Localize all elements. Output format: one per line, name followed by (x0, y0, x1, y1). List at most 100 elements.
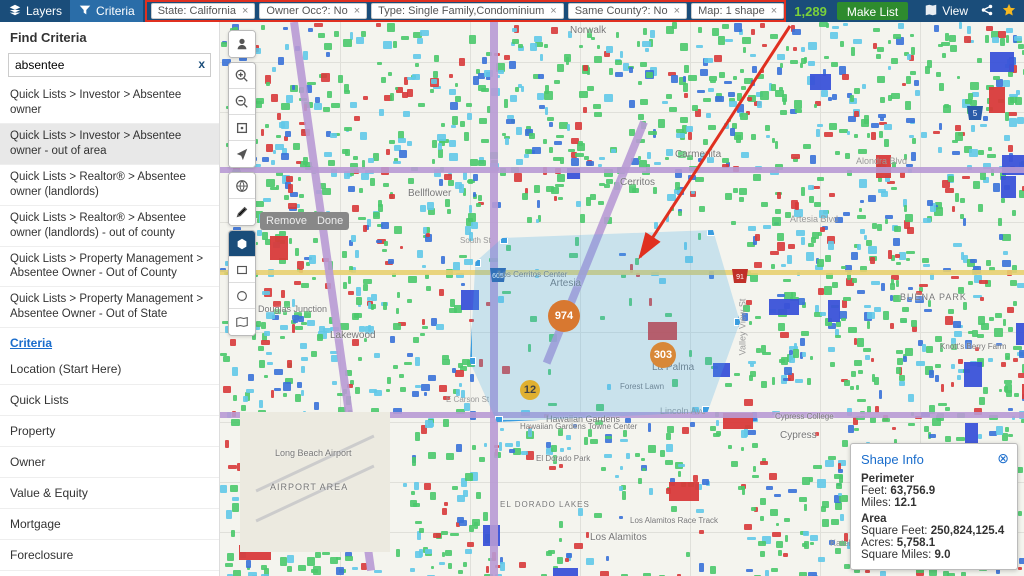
filter-icon (78, 3, 92, 20)
make-list-button[interactable]: Make List (837, 2, 908, 20)
pencil-icon[interactable] (229, 199, 255, 225)
layers-icon (8, 3, 22, 20)
search-result[interactable]: Quick Lists > Investor > Absentee owner … (0, 124, 219, 165)
criteria-section[interactable]: Foreclosure (0, 540, 219, 571)
street-label: Artesia Blvd (790, 214, 838, 224)
map-label: Long Beach Airport (275, 448, 352, 458)
polygon-tool-icon[interactable] (229, 231, 255, 257)
layers-button[interactable]: Layers (0, 0, 70, 22)
search-result[interactable]: Quick Lists > Realtor® > Absentee owner … (0, 206, 219, 247)
share-icon[interactable] (980, 3, 994, 20)
area-label: Area (861, 513, 1007, 525)
chip-map-shape[interactable]: Map: 1 shape× (691, 3, 784, 19)
close-panel-icon[interactable]: ⊗ (997, 450, 1009, 467)
map-label: Los Alamitos (590, 532, 647, 543)
close-icon[interactable]: × (242, 5, 248, 17)
close-icon[interactable]: × (354, 5, 360, 17)
circle-tool-icon[interactable] (229, 283, 255, 309)
area-acres: 5,758.1 (897, 537, 935, 549)
cluster-marker[interactable]: 12 (520, 380, 540, 400)
refresh-icon[interactable] (229, 115, 255, 141)
street-label: E Carson St (446, 395, 489, 404)
map-icon (924, 3, 938, 20)
freeway-shield-icon: 91 (730, 267, 750, 285)
map-label: BUENA PARK (900, 292, 967, 302)
map-label: Bellflower (408, 188, 451, 199)
street-label: South St (460, 236, 491, 245)
map-canvas[interactable]: 605 91 5 19 Norwalk Bellflower Lakewood … (220, 22, 1024, 576)
cluster-marker[interactable]: 303 (650, 342, 676, 368)
map-fold-icon[interactable] (229, 309, 255, 335)
rectangle-tool-icon[interactable] (229, 257, 255, 283)
criteria-section[interactable]: Transfer (0, 571, 219, 576)
criteria-section[interactable]: Mortgage (0, 509, 219, 540)
close-icon[interactable]: × (550, 5, 556, 17)
panel-title: Shape Info (861, 452, 1007, 467)
chip-type[interactable]: Type: Single Family,Condominium× (371, 3, 564, 19)
street-label: Valley View St (737, 299, 747, 356)
search-result[interactable]: Quick Lists > Investor > Absentee owner (0, 83, 219, 124)
search-result[interactable]: Quick Lists > Realtor® > Absentee owner … (0, 165, 219, 206)
search-input[interactable] (8, 53, 211, 77)
map-label: Carmenita (675, 149, 721, 160)
result-count: 1,289 (788, 4, 833, 19)
freeway-shield-icon: 5 (965, 104, 985, 122)
done-drawing-button[interactable]: Done (317, 215, 343, 227)
map-label: Cerritos (620, 177, 655, 188)
close-icon[interactable]: × (674, 5, 680, 17)
map-label: Knott's Berry Farm (940, 342, 1006, 351)
user-location-icon[interactable] (229, 31, 255, 57)
top-toolbar: Layers Criteria State: California× Owner… (0, 0, 1024, 22)
map-label: Cypress College (775, 412, 834, 421)
perimeter-miles: 12.1 (894, 497, 916, 509)
area-sqft: 250,824,125.4 (931, 525, 1005, 537)
map-label: Cypress (780, 430, 817, 441)
globe-icon[interactable] (229, 173, 255, 199)
drawn-polygon[interactable] (470, 222, 740, 422)
street-label: Alondra Blvd (856, 156, 907, 166)
chip-same-county[interactable]: Same County?: No× (568, 3, 687, 19)
map-label: Hawaiian Gardens Towne Center (520, 422, 637, 431)
map-tool-column (228, 30, 256, 336)
star-icon[interactable] (1002, 3, 1016, 20)
criteria-label: Criteria (96, 4, 135, 18)
perimeter-label: Perimeter (861, 473, 1007, 485)
map-label: El Dorado Park (536, 454, 590, 463)
criteria-sidebar: Find Criteria x Quick Lists > Investor >… (0, 22, 220, 576)
criteria-button[interactable]: Criteria (70, 0, 143, 22)
chip-owner-occ[interactable]: Owner Occ?: No× (259, 3, 367, 19)
criteria-section[interactable]: Location (Start Here) (0, 354, 219, 385)
perimeter-feet: 63,756.9 (890, 485, 935, 497)
close-icon[interactable]: × (771, 5, 777, 17)
map-label: AIRPORT AREA (270, 482, 348, 492)
clear-search-icon[interactable]: x (198, 57, 205, 71)
remove-shape-button[interactable]: Remove (266, 215, 307, 227)
zoom-out-icon[interactable] (229, 89, 255, 115)
locate-icon[interactable] (229, 141, 255, 167)
shape-info-panel: ⊗ Shape Info Perimeter Feet: 63,756.9 Mi… (850, 443, 1018, 570)
criteria-section-header: Criteria (0, 328, 219, 354)
map-label: Lakewood (330, 330, 376, 341)
sidebar-heading: Find Criteria (0, 22, 219, 49)
criteria-section[interactable]: Quick Lists (0, 385, 219, 416)
layers-label: Layers (26, 4, 62, 18)
svg-text:91: 91 (736, 274, 744, 281)
map-label: Norwalk (570, 25, 606, 36)
svg-text:5: 5 (973, 109, 978, 118)
area-sqmi: 9.0 (935, 549, 951, 561)
zoom-in-icon[interactable] (229, 63, 255, 89)
criteria-section[interactable]: Property (0, 416, 219, 447)
map-label: EL DORADO LAKES (500, 500, 590, 509)
criteria-section[interactable]: Owner (0, 447, 219, 478)
view-button[interactable]: View (920, 3, 972, 20)
criteria-section[interactable]: Value & Equity (0, 478, 219, 509)
map-label: Los Alamitos Race Track (630, 516, 718, 525)
chip-state[interactable]: State: California× (151, 3, 256, 19)
view-label: View (942, 4, 968, 18)
search-result[interactable]: Quick Lists > Property Management > Abse… (0, 247, 219, 288)
map-label: Douglas Junction (258, 304, 327, 314)
search-result[interactable]: Quick Lists > Property Management > Abse… (0, 287, 219, 328)
draw-controls-toolbar: Remove Done (260, 212, 349, 230)
cluster-marker[interactable]: 974 (548, 300, 580, 332)
filter-chip-bar: State: California× Owner Occ?: No× Type:… (145, 0, 787, 22)
